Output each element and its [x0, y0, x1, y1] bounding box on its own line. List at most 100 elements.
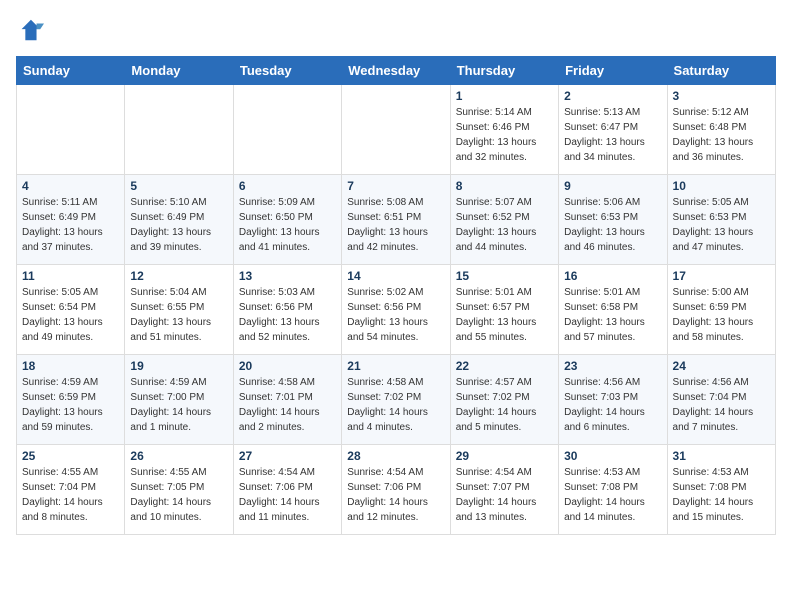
- week-row-3: 11Sunrise: 5:05 AM Sunset: 6:54 PM Dayli…: [17, 265, 776, 355]
- day-cell: 21 Sunrise: 4:58 AM Sunset: 7:02 PM Dayli…: [342, 355, 450, 445]
- day-number: 29: [456, 449, 553, 463]
- day-detail: Sunrise: 4:58 AM Sunset: 7:02 PM Dayligh…: [347, 375, 444, 435]
- day-detail: Sunrise: 5:09 AM Sunset: 6:50 PM Dayligh…: [239, 195, 336, 255]
- day-cell: 1Sunrise: 5:14 AM Sunset: 6:46 PM Daylig…: [450, 85, 558, 175]
- day-number: 10: [673, 179, 770, 193]
- day-number: 20: [239, 359, 336, 373]
- day-cell: 15 Sunrise: 5:01 AM Sunset: 6:57 PM Dayli…: [450, 265, 558, 355]
- day-detail: Sunrise: 5:05 AM Sunset: 6:54 PM Dayligh…: [22, 285, 119, 345]
- header-sunday: Sunday: [17, 57, 125, 85]
- day-cell: 8 Sunrise: 5:07 AM Sunset: 6:52 PM Daylig…: [450, 175, 558, 265]
- day-cell: 26 Sunrise: 4:55 AM Sunset: 7:05 PM Dayli…: [125, 445, 233, 535]
- day-detail: Sunrise: 4:53 AM Sunset: 7:08 PM Dayligh…: [673, 465, 770, 525]
- day-number: 2: [564, 89, 661, 103]
- day-detail: Sunrise: 5:08 AM Sunset: 6:51 PM Dayligh…: [347, 195, 444, 255]
- day-number: 21: [347, 359, 444, 373]
- day-number: 3: [673, 89, 770, 103]
- day-detail: Sunrise: 4:56 AM Sunset: 7:03 PM Dayligh…: [564, 375, 661, 435]
- day-cell: [233, 85, 341, 175]
- day-cell: 16 Sunrise: 5:01 AM Sunset: 6:58 PM Dayli…: [559, 265, 667, 355]
- header-monday: Monday: [125, 57, 233, 85]
- week-row-5: 25Sunrise: 4:55 AM Sunset: 7:04 PM Dayli…: [17, 445, 776, 535]
- day-number: 7: [347, 179, 444, 193]
- day-number: 15: [456, 269, 553, 283]
- day-cell: 19 Sunrise: 4:59 AM Sunset: 7:00 PM Dayli…: [125, 355, 233, 445]
- day-detail: Sunrise: 5:11 AM Sunset: 6:49 PM Dayligh…: [22, 195, 119, 255]
- day-number: 26: [130, 449, 227, 463]
- day-detail: Sunrise: 5:04 AM Sunset: 6:55 PM Dayligh…: [130, 285, 227, 345]
- day-detail: Sunrise: 5:07 AM Sunset: 6:52 PM Dayligh…: [456, 195, 553, 255]
- header-saturday: Saturday: [667, 57, 775, 85]
- day-cell: 9 Sunrise: 5:06 AM Sunset: 6:53 PM Daylig…: [559, 175, 667, 265]
- day-detail: Sunrise: 5:05 AM Sunset: 6:53 PM Dayligh…: [673, 195, 770, 255]
- day-detail: Sunrise: 5:01 AM Sunset: 6:58 PM Dayligh…: [564, 285, 661, 345]
- day-detail: Sunrise: 5:10 AM Sunset: 6:49 PM Dayligh…: [130, 195, 227, 255]
- week-row-4: 18 Sunrise: 4:59 AM Sunset: 6:59 PM Dayli…: [17, 355, 776, 445]
- day-number: 13: [239, 269, 336, 283]
- day-cell: 3 Sunrise: 5:12 AM Sunset: 6:48 PM Daylig…: [667, 85, 775, 175]
- day-cell: 30Sunrise: 4:53 AM Sunset: 7:08 PM Dayli…: [559, 445, 667, 535]
- day-number: 23: [564, 359, 661, 373]
- day-detail: Sunrise: 4:54 AM Sunset: 7:06 PM Dayligh…: [239, 465, 336, 525]
- day-detail: Sunrise: 4:59 AM Sunset: 7:00 PM Dayligh…: [130, 375, 227, 435]
- header-wednesday: Wednesday: [342, 57, 450, 85]
- day-cell: 2 Sunrise: 5:13 AM Sunset: 6:47 PM Daylig…: [559, 85, 667, 175]
- calendar-table: SundayMondayTuesdayWednesdayThursdayFrid…: [16, 56, 776, 535]
- day-number: 9: [564, 179, 661, 193]
- day-number: 5: [130, 179, 227, 193]
- day-cell: 13 Sunrise: 5:03 AM Sunset: 6:56 PM Dayli…: [233, 265, 341, 355]
- day-cell: 7 Sunrise: 5:08 AM Sunset: 6:51 PM Daylig…: [342, 175, 450, 265]
- day-detail: Sunrise: 5:03 AM Sunset: 6:56 PM Dayligh…: [239, 285, 336, 345]
- day-detail: Sunrise: 4:55 AM Sunset: 7:04 PM Dayligh…: [22, 465, 119, 525]
- day-number: 14: [347, 269, 444, 283]
- day-cell: 18 Sunrise: 4:59 AM Sunset: 6:59 PM Dayli…: [17, 355, 125, 445]
- header-thursday: Thursday: [450, 57, 558, 85]
- week-row-1: 1Sunrise: 5:14 AM Sunset: 6:46 PM Daylig…: [17, 85, 776, 175]
- day-number: 19: [130, 359, 227, 373]
- day-number: 24: [673, 359, 770, 373]
- day-number: 6: [239, 179, 336, 193]
- day-cell: [125, 85, 233, 175]
- calendar-header-row: SundayMondayTuesdayWednesdayThursdayFrid…: [17, 57, 776, 85]
- day-detail: Sunrise: 4:54 AM Sunset: 7:07 PM Dayligh…: [456, 465, 553, 525]
- day-cell: 5 Sunrise: 5:10 AM Sunset: 6:49 PM Daylig…: [125, 175, 233, 265]
- day-number: 27: [239, 449, 336, 463]
- day-number: 16: [564, 269, 661, 283]
- day-detail: Sunrise: 5:12 AM Sunset: 6:48 PM Dayligh…: [673, 105, 770, 165]
- day-number: 28: [347, 449, 444, 463]
- day-detail: Sunrise: 5:13 AM Sunset: 6:47 PM Dayligh…: [564, 105, 661, 165]
- day-detail: Sunrise: 4:59 AM Sunset: 6:59 PM Dayligh…: [22, 375, 119, 435]
- day-cell: 24 Sunrise: 4:56 AM Sunset: 7:04 PM Dayli…: [667, 355, 775, 445]
- day-detail: Sunrise: 5:01 AM Sunset: 6:57 PM Dayligh…: [456, 285, 553, 345]
- day-cell: 12 Sunrise: 5:04 AM Sunset: 6:55 PM Dayli…: [125, 265, 233, 355]
- day-detail: Sunrise: 5:14 AM Sunset: 6:46 PM Dayligh…: [456, 105, 553, 165]
- day-detail: Sunrise: 4:56 AM Sunset: 7:04 PM Dayligh…: [673, 375, 770, 435]
- logo-icon: [16, 16, 44, 44]
- day-number: 18: [22, 359, 119, 373]
- day-cell: [342, 85, 450, 175]
- day-cell: 20 Sunrise: 4:58 AM Sunset: 7:01 PM Dayli…: [233, 355, 341, 445]
- day-cell: 14Sunrise: 5:02 AM Sunset: 6:56 PM Dayli…: [342, 265, 450, 355]
- day-detail: Sunrise: 4:57 AM Sunset: 7:02 PM Dayligh…: [456, 375, 553, 435]
- day-number: 8: [456, 179, 553, 193]
- logo: [16, 16, 48, 44]
- day-detail: Sunrise: 5:00 AM Sunset: 6:59 PM Dayligh…: [673, 285, 770, 345]
- day-cell: 31Sunrise: 4:53 AM Sunset: 7:08 PM Dayli…: [667, 445, 775, 535]
- day-cell: 25Sunrise: 4:55 AM Sunset: 7:04 PM Dayli…: [17, 445, 125, 535]
- day-cell: 27 Sunrise: 4:54 AM Sunset: 7:06 PM Dayli…: [233, 445, 341, 535]
- day-cell: 10 Sunrise: 5:05 AM Sunset: 6:53 PM Dayli…: [667, 175, 775, 265]
- day-number: 12: [130, 269, 227, 283]
- day-cell: 23 Sunrise: 4:56 AM Sunset: 7:03 PM Dayli…: [559, 355, 667, 445]
- day-cell: 4Sunrise: 5:11 AM Sunset: 6:49 PM Daylig…: [17, 175, 125, 265]
- day-cell: 28 Sunrise: 4:54 AM Sunset: 7:06 PM Dayli…: [342, 445, 450, 535]
- day-detail: Sunrise: 4:55 AM Sunset: 7:05 PM Dayligh…: [130, 465, 227, 525]
- day-detail: Sunrise: 5:06 AM Sunset: 6:53 PM Dayligh…: [564, 195, 661, 255]
- day-cell: 17 Sunrise: 5:00 AM Sunset: 6:59 PM Dayli…: [667, 265, 775, 355]
- header-friday: Friday: [559, 57, 667, 85]
- day-number: 17: [673, 269, 770, 283]
- header-tuesday: Tuesday: [233, 57, 341, 85]
- day-detail: Sunrise: 4:54 AM Sunset: 7:06 PM Dayligh…: [347, 465, 444, 525]
- day-cell: 22Sunrise: 4:57 AM Sunset: 7:02 PM Dayli…: [450, 355, 558, 445]
- day-cell: [17, 85, 125, 175]
- day-detail: Sunrise: 4:58 AM Sunset: 7:01 PM Dayligh…: [239, 375, 336, 435]
